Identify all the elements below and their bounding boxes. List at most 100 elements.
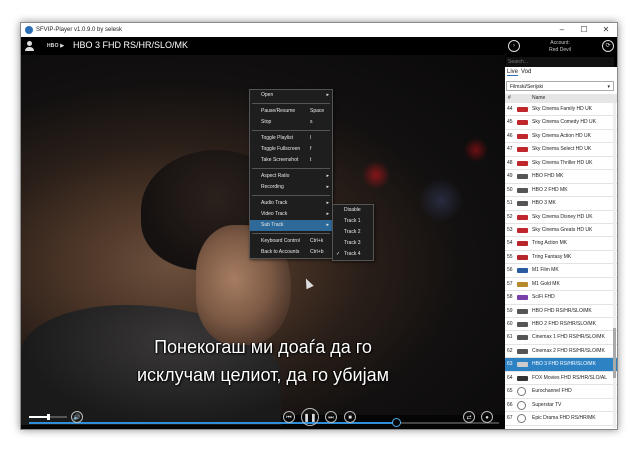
menu-item-label: Pause/Resume bbox=[261, 108, 296, 114]
progress-handle[interactable] bbox=[391, 418, 401, 427]
progress-fill bbox=[29, 422, 396, 424]
channel-row[interactable]: 54 Tring Action MK bbox=[505, 237, 617, 251]
column-name[interactable]: Name bbox=[532, 94, 545, 103]
menu-item-back-to-accounts[interactable]: Back to Accounts Ctrl+b bbox=[250, 247, 332, 258]
channel-table-header: # Name bbox=[505, 94, 617, 103]
channel-row[interactable]: 60 HBO 2 FHD RS/HR/SLO/MK bbox=[505, 318, 617, 332]
column-number[interactable]: # bbox=[508, 94, 511, 103]
sub-track-item-track-4[interactable]: ✓ Track 4 bbox=[333, 249, 373, 260]
channel-row[interactable]: 44 Sky Cinema Family HD UK bbox=[505, 103, 617, 117]
channel-name: HBO FHD MK bbox=[532, 173, 564, 180]
channel-number: 52 bbox=[507, 213, 513, 220]
channel-row[interactable]: 51 HBO 3 MK bbox=[505, 197, 617, 211]
menu-item-recording[interactable]: Recording ▸ bbox=[250, 182, 332, 193]
close-button[interactable]: ✕ bbox=[595, 23, 617, 37]
menu-item-aspect-ratio[interactable]: Aspect Ratio ▸ bbox=[250, 171, 332, 182]
channel-row[interactable]: 53 Sky Cinema Greats HD UK bbox=[505, 224, 617, 238]
channel-logo-icon bbox=[517, 201, 528, 207]
chevron-down-icon: ▾ bbox=[607, 84, 610, 90]
channel-row[interactable]: 57 M1 Gold MK bbox=[505, 278, 617, 292]
channel-name: Eurochannel FHD bbox=[532, 388, 572, 395]
maximize-button[interactable]: ☐ bbox=[573, 23, 595, 37]
account-name: Red Devil bbox=[549, 47, 571, 53]
channel-row[interactable]: 65 Eurochannel FHD bbox=[505, 385, 617, 399]
user-icon[interactable] bbox=[25, 41, 35, 51]
collapse-sidebar-icon[interactable]: › bbox=[508, 40, 520, 52]
channel-name: M1 Gold MK bbox=[532, 280, 560, 287]
channel-row[interactable]: 56 M1 Film MK bbox=[505, 264, 617, 278]
menu-separator bbox=[252, 233, 330, 234]
channel-logo-icon bbox=[517, 268, 528, 274]
menu-item-toggle-fullscreen[interactable]: Toggle Fullscreen f bbox=[250, 144, 332, 155]
account-label: Account: bbox=[550, 40, 570, 46]
channel-row[interactable]: 63 HBO 3 FHD RS/HR/SLO/MK bbox=[505, 358, 617, 372]
video-player[interactable]: HBO ▶ HBO 3 FHD RS/HR/SLO/MK Понекогаш м… bbox=[21, 37, 505, 429]
channel-name: HBO FHD RS/HR/SLO/MK bbox=[532, 307, 592, 314]
tab-vod[interactable]: Vod bbox=[521, 69, 531, 75]
menu-item-shortcut: f bbox=[310, 146, 312, 152]
channel-number: 57 bbox=[507, 280, 513, 287]
channel-row[interactable]: 48 Sky Cinema Thriller HD UK bbox=[505, 157, 617, 171]
channel-row[interactable]: 64 FOX Movies FHD RS/HR/SLO/AL bbox=[505, 372, 617, 386]
menu-item-pause-resume[interactable]: Pause/Resume Space bbox=[250, 106, 332, 117]
channel-row[interactable]: 47 Sky Cinema Select HD UK bbox=[505, 143, 617, 157]
channel-name: Tring Action MK bbox=[532, 240, 568, 247]
tab-live[interactable]: Live bbox=[507, 69, 519, 76]
subtitle-line-2: исклучам целиот, да го убијам bbox=[137, 365, 389, 385]
app-window: SFVIP-Player v1.0.9.0 by selesk – ☐ ✕ HB… bbox=[20, 22, 618, 430]
search-input[interactable] bbox=[506, 57, 614, 67]
channel-list: 44 Sky Cinema Family HD UK 45 Sky Cinema Co… bbox=[505, 103, 617, 426]
channel-number: 55 bbox=[507, 253, 513, 260]
sub-track-item-track-2[interactable]: Track 2 bbox=[333, 227, 373, 238]
record-icon[interactable]: ● bbox=[481, 411, 493, 423]
menu-item-take-screenshot[interactable]: Take Screenshot t bbox=[250, 155, 332, 166]
channel-row[interactable]: 50 HBO 2 FHD MK bbox=[505, 184, 617, 198]
menu-item-label: Recording bbox=[261, 184, 284, 190]
next-button[interactable]: ⏭ bbox=[325, 411, 337, 423]
channel-row[interactable]: 67 Epic Drama FHD RS/HR/MK bbox=[505, 412, 617, 426]
pause-button[interactable]: ❚❚ bbox=[301, 408, 319, 426]
channel-row[interactable]: 45 Sky Cinema Comedy HD UK bbox=[505, 116, 617, 130]
channel-logo-icon bbox=[517, 120, 528, 126]
menu-item-audio-track[interactable]: Audio Track ▸ bbox=[250, 198, 332, 209]
channel-name: HBO 2 FHD MK bbox=[532, 186, 568, 193]
channel-name: M1 Film MK bbox=[532, 267, 559, 274]
previous-button[interactable]: ⏮ bbox=[283, 411, 295, 423]
minimize-button[interactable]: – bbox=[551, 23, 573, 37]
category-select[interactable]: Filmski/Serijski ▾ bbox=[506, 81, 614, 91]
stop-button[interactable]: ■ bbox=[344, 411, 356, 423]
menu-item-keyboard-control[interactable]: Keyboard Control Ctrl+k bbox=[250, 236, 332, 247]
volume-slider[interactable] bbox=[29, 414, 67, 420]
account-info: Account: Red Devil bbox=[535, 40, 585, 54]
scrollbar-thumb[interactable] bbox=[613, 328, 616, 378]
channel-row[interactable]: 59 HBO FHD RS/HR/SLO/MK bbox=[505, 305, 617, 318]
channel-row[interactable]: 52 Sky Cinema Disney HD UK bbox=[505, 211, 617, 224]
channel-row[interactable]: 55 Tring Fantasy MK bbox=[505, 251, 617, 265]
channel-row[interactable]: 66 Superstar TV bbox=[505, 399, 617, 413]
channel-logo-icon bbox=[517, 295, 528, 301]
menu-item-toggle-playlist[interactable]: Toggle Playlist l bbox=[250, 133, 332, 144]
scrollbar[interactable] bbox=[613, 103, 616, 428]
menu-item-open[interactable]: Open ▸ bbox=[250, 90, 332, 101]
menu-item-label: Track 1 bbox=[344, 218, 361, 224]
channel-row[interactable]: 58 SciFi FHD bbox=[505, 291, 617, 305]
menu-item-video-track[interactable]: Video Track ▸ bbox=[250, 209, 332, 220]
volume-icon[interactable]: 🔊 bbox=[71, 411, 83, 423]
sub-track-item-disable[interactable]: Disable bbox=[333, 205, 373, 216]
menu-separator bbox=[252, 103, 330, 104]
submenu-arrow-icon: ▸ bbox=[326, 222, 329, 228]
progress-bar[interactable] bbox=[29, 418, 499, 427]
channel-row[interactable]: 49 HBO FHD MK bbox=[505, 170, 617, 184]
shuffle-icon[interactable]: ⇄ bbox=[463, 411, 475, 423]
submenu-arrow-icon: ▸ bbox=[326, 211, 329, 217]
channel-row[interactable]: 62 Cinemax 2 FHD RS/HR/SLO/MK bbox=[505, 345, 617, 359]
sub-track-item-track-3[interactable]: Track 3 bbox=[333, 238, 373, 249]
channel-row[interactable]: 61 Cinemax 1 FHD RS/HR/SLO/MK bbox=[505, 331, 617, 345]
refresh-icon[interactable]: ⟳ bbox=[602, 40, 614, 52]
menu-item-stop[interactable]: Stop s bbox=[250, 117, 332, 128]
volume-handle[interactable] bbox=[47, 414, 51, 420]
sub-track-item-track-1[interactable]: Track 1 bbox=[333, 216, 373, 227]
channel-number: 45 bbox=[507, 119, 513, 126]
menu-item-sub-track[interactable]: Sub Track ▸ bbox=[250, 220, 332, 231]
channel-row[interactable]: 46 Sky Cinema Action HD UK bbox=[505, 130, 617, 144]
